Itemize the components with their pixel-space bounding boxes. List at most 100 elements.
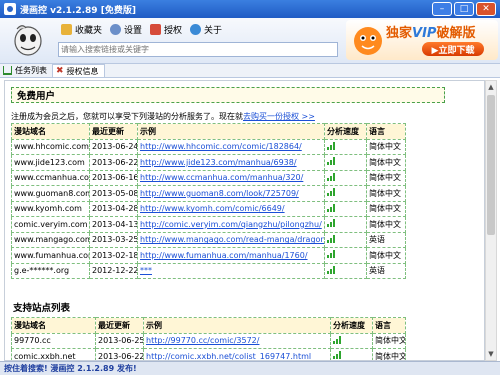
column-header: 最近更新 [95,317,144,334]
site-domain: www.jide123.com [11,154,90,171]
table-row: www.mangago.com 2013-03-25 http://www.mang… [11,231,406,248]
supported-sites-title: 支持站点列表 [13,303,71,314]
speed-signal-icon [324,154,367,171]
vip-text: 独家VIP破解版 [386,26,476,41]
example-link[interactable]: http://www.guoman8.com/look/725709/ [137,185,325,202]
window-controls: – □ ✕ [432,2,496,16]
authorize-button[interactable]: 授权 [147,21,185,37]
gear-icon [110,23,122,35]
folder-icon [61,23,72,35]
title-bar[interactable]: 漫画控 v2.1.2.89 [免费版] – □ ✕ [0,0,500,18]
example-link[interactable]: http://www.hhcomic.com/comic/182864/ [137,138,325,155]
status-bar: 按住着搜索! 漫画控 2.1.2.89 发布! [0,361,500,375]
speed-signal-icon [324,200,367,217]
speed-signal-icon [324,262,367,279]
scroll-thumb[interactable] [487,95,495,235]
language: 简体中文 [372,332,406,349]
close-button[interactable]: ✕ [476,2,496,16]
update-date: 2012-12-22 [89,262,138,279]
update-date: 2013-03-25 [89,231,138,248]
update-date: 2013-06-16 [89,169,138,186]
language: 简体中文 [366,138,406,155]
column-header: 示例 [137,123,325,140]
update-date: 2013-06-22 [89,154,138,171]
table-row: comic.veryim.com 2013-04-13 http://comic.v… [11,216,406,233]
column-header: 漫站域名 [11,317,96,334]
vertical-scrollbar[interactable]: ▲ ▼ [485,80,497,361]
example-link[interactable]: http://www.kyomh.com/comic/6649/ [137,200,325,217]
language: 简体中文 [366,154,406,171]
table-row: www.jide123.com 2013-06-22 http://www.jide… [11,154,406,171]
vip-banner[interactable]: 独家VIP破解版 ▶立即下载 [346,20,498,60]
example-link[interactable]: http://www.jide123.com/manhua/6938/ [137,154,325,171]
settings-button[interactable]: 设置 [107,21,145,37]
free-user-title: 免费用户 [11,87,445,103]
language: 简体中文 [366,216,406,233]
speed-signal-icon [324,169,367,186]
speed-signal-icon [330,348,373,360]
speed-signal-icon [324,138,367,155]
example-link[interactable]: http://www.ccmanhua.com/manhua/320/ [137,169,325,186]
maximize-button[interactable]: □ [454,2,474,16]
speed-signal-icon [324,247,367,264]
mascot-logo-icon [14,25,42,56]
column-header: 示例 [143,317,331,334]
table-row: www.kyomh.com 2013-04-28 http://www.kyomh.… [11,200,406,217]
example-link[interactable]: http://www.fumanhua.com/manhua/1760/ [137,247,325,264]
language: 简体中文 [372,348,406,360]
language: 简体中文 [366,247,406,264]
example-link[interactable]: http://www.mangago.com/read-manga/dragon… [137,231,325,248]
minimize-button[interactable]: – [432,2,452,16]
search-input[interactable] [58,42,338,57]
download-now-button[interactable]: ▶立即下载 [422,42,484,56]
authorize-label: 授权 [164,25,183,36]
supported-sites-table: 漫站域名 最近更新 示例 分析速度 语言 99770.cc 2013-06-25 http:… [11,317,406,360]
vip-sites-table: 漫站域名 最近更新 示例 分析速度 语言 www.hhcomic.com 2013-06-… [11,123,406,279]
update-date: 2013-04-28 [89,200,138,217]
info-icon [190,23,202,35]
speed-signal-icon [324,231,367,248]
site-domain: comic.veryim.com [11,216,90,233]
speed-signal-icon [330,332,373,349]
column-header: 漫站域名 [11,123,90,140]
example-link[interactable]: http://comic.veryim.com/qiangzhu/pilongz… [137,216,325,233]
example-link[interactable]: http://99770.cc/comic/3572/ [143,332,331,349]
site-domain: www.hhcomic.com [11,138,90,155]
tab-license-info[interactable]: ✖ 授权信息 [52,64,105,77]
header: 收藏夹 设置 授权 关于 独家VIP破解版 ▶立即下载 [0,18,500,64]
vip-mascot-icon [354,27,382,55]
site-domain: www.fumanhua.com [11,247,90,264]
table-row: www.hhcomic.com 2013-06-24 http://www.hhco… [11,138,406,155]
toolbar: 收藏夹 设置 授权 关于 [58,21,225,37]
site-domain: www.ccmanhua.com [11,169,90,186]
site-domain: www.kyomh.com [11,200,90,217]
column-header: 语言 [372,317,406,334]
table-row: www.ccmanhua.com 2013-06-16 http://www.ccm… [11,169,406,186]
close-tab-icon[interactable]: ✖ [56,66,64,76]
tab-task-list-label: 任务列表 [15,66,47,75]
tab-task-list[interactable]: 任务列表 [0,64,52,77]
update-date: 2013-06-22 [95,348,144,360]
speed-signal-icon [324,216,367,233]
buy-license-link[interactable]: 去购买一份授权 >> [243,112,315,121]
table-header-row: 漫站域名 最近更新 示例 分析速度 语言 [11,317,406,334]
update-date: 2013-05-08 [89,185,138,202]
scroll-up-icon[interactable]: ▲ [486,81,496,93]
about-button[interactable]: 关于 [187,21,225,37]
language: 英语 [366,262,406,279]
favorites-label: 收藏夹 [75,25,103,36]
favorites-button[interactable]: 收藏夹 [58,21,105,37]
example-link[interactable]: *** [137,262,325,279]
table-row: www.fumanhua.com 2013-02-18 http://www.fum… [11,247,406,264]
free-user-notice: 注册成为会员之后，您就可以享受下列漫站的分析服务了。现在就去购买一份授权 >> [11,112,315,121]
language: 英语 [366,231,406,248]
tab-license-info-label: 授权信息 [66,66,99,76]
example-link[interactable]: http://comic.xxbh.net/colist_169747.html [143,348,331,360]
table-header-row: 漫站域名 最近更新 示例 分析速度 语言 [11,123,406,140]
window-title: 漫画控 v2.1.2.89 [免费版] [20,5,136,16]
about-label: 关于 [204,25,223,36]
speed-signal-icon [324,185,367,202]
table-row: comic.xxbh.net 2013-06-22 http://comic.xxb… [11,348,406,360]
scroll-down-icon[interactable]: ▼ [486,348,496,360]
site-domain: www.mangago.com [11,231,90,248]
